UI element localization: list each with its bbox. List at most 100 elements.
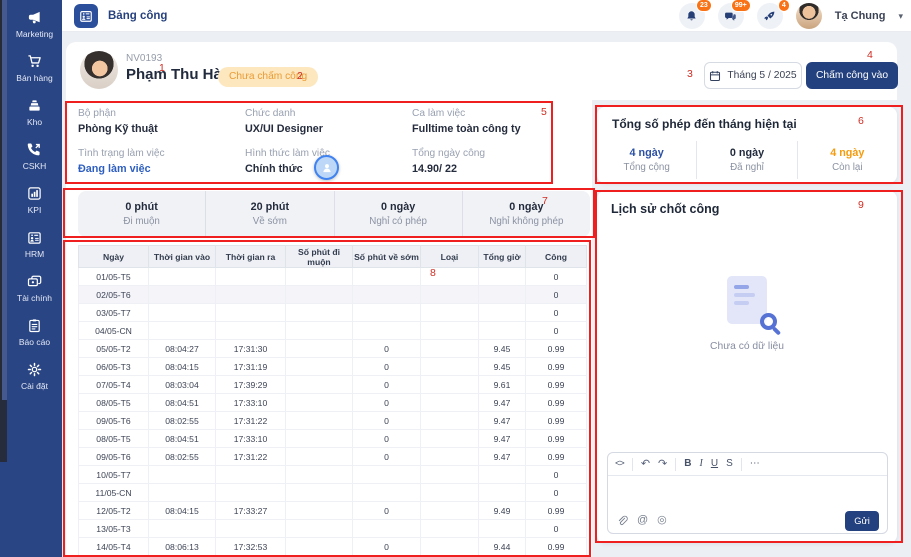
stat-value: 0 phút: [125, 201, 157, 213]
sidebar-item-kpi[interactable]: KPI: [7, 178, 62, 222]
leave-cell: 4 ngàyTổng cộng: [597, 141, 696, 179]
editor-input[interactable]: [608, 476, 887, 508]
sidebar-item-cskh[interactable]: CSKH: [7, 134, 62, 178]
sidebar-item-label: Marketing: [16, 29, 53, 39]
undo-button[interactable]: ↶: [641, 459, 650, 470]
table-cell: [216, 286, 286, 304]
sidebar-item-kho[interactable]: Kho: [7, 90, 62, 134]
table-cell: [286, 322, 353, 340]
table-cell: [216, 484, 286, 502]
table-row: 06/05-T308:04:1517:31:1909.450.99: [79, 358, 587, 376]
table-cell: 08:04:51: [149, 394, 216, 412]
rocket-button[interactable]: 4: [757, 3, 783, 29]
table-cell: [149, 322, 216, 340]
table-cell: [149, 520, 216, 538]
paperclip-button[interactable]: [616, 515, 628, 527]
stat-cell: 0 ngàyNghỉ có phép: [334, 191, 462, 237]
field-label: Bộ phận: [78, 108, 245, 119]
bell-icon: [685, 10, 698, 23]
table-cell: 08:04:51: [149, 430, 216, 448]
table-row: 12/05-T208:04:1517:33:2709.490.99: [79, 502, 587, 520]
leave-summary-title: Tổng số phép đến tháng hiện tại: [597, 107, 897, 131]
table-row: 03/05-T70: [79, 304, 587, 322]
stat-value: 0 ngày: [381, 201, 415, 213]
table-cell: [421, 484, 479, 502]
table-cell: [353, 466, 421, 484]
user-name[interactable]: Tạ Chung: [835, 10, 886, 22]
empty-state-icon: [727, 276, 767, 324]
table-cell: [149, 304, 216, 322]
mention-button[interactable]: @: [637, 515, 648, 526]
sidebar-item-tài-chính[interactable]: Tài chính: [7, 266, 62, 310]
sidebar-scrollbar-thumb[interactable]: [0, 400, 7, 462]
field-label: Tình trạng làm việc: [78, 148, 245, 159]
code-button[interactable]: <>: [615, 460, 624, 469]
chevron-down-icon[interactable]: ▾: [898, 11, 903, 22]
sidebar: Marketing Bán hàng Kho CSKH KPI HRM Tài chính B…: [0, 0, 62, 557]
leave-label: Đã nghỉ: [730, 162, 764, 173]
chat-button[interactable]: 99+: [718, 3, 744, 29]
rocket-icon: [763, 10, 776, 23]
leave-summary-card: Tổng số phép đến tháng hiện tại 4 ngàyTổ…: [597, 107, 897, 183]
table-cell: 0: [526, 466, 587, 484]
table-cell: [421, 304, 479, 322]
table-row: 13/05-T30: [79, 520, 587, 538]
more-button[interactable]: ⋯: [750, 459, 760, 469]
table-cell: 9.47: [479, 412, 526, 430]
table-cell: [149, 268, 216, 286]
leave-value: 4 ngày: [830, 147, 864, 159]
stat-label: Đi muộn: [123, 216, 159, 227]
italic-button[interactable]: I: [699, 459, 702, 469]
table-cell: 9.47: [479, 448, 526, 466]
table-cell: 08:04:15: [149, 358, 216, 376]
send-button[interactable]: Gửi: [845, 511, 879, 531]
table-cell: [353, 304, 421, 322]
sidebar-item-label: Báo cáo: [19, 337, 50, 347]
timesheet-module-icon: [74, 4, 98, 28]
column-header: Số phút về sớm: [353, 246, 421, 268]
table-header-row: NgàyThời gian vàoThời gian raSố phút đi …: [79, 246, 587, 268]
table-row: 01/05-T50: [79, 268, 587, 286]
table-cell: [421, 358, 479, 376]
sidebar-item-label: Cài đặt: [21, 381, 48, 391]
badge-icon: [27, 230, 42, 245]
table-cell: 09/05-T6: [79, 412, 149, 430]
bold-button[interactable]: B: [684, 459, 691, 469]
sidebar-items: Marketing Bán hàng Kho CSKH KPI HRM Tài chính B…: [7, 2, 62, 398]
checkin-button[interactable]: Chấm công vào: [806, 62, 898, 89]
bell-button[interactable]: 23: [679, 3, 705, 29]
sidebar-item-label: Tài chính: [17, 293, 52, 303]
topbar: Bảng công 2399+4 Tạ Chung ▾: [62, 0, 911, 32]
emoji-button[interactable]: ◎: [657, 515, 667, 526]
table-cell: [421, 394, 479, 412]
editor-footer: @ ◎ Gửi: [608, 508, 887, 533]
table-cell: 0.99: [526, 538, 587, 556]
sidebar-item-marketing[interactable]: Marketing: [7, 2, 62, 46]
table-cell: 0: [526, 484, 587, 502]
table-cell: [286, 538, 353, 556]
sidebar-item-label: HRM: [25, 249, 44, 259]
sidebar-item-bán-hàng[interactable]: Bán hàng: [7, 46, 62, 90]
underline-button[interactable]: U: [711, 459, 718, 469]
strikethrough-button[interactable]: S: [726, 459, 733, 469]
table-cell: 0.99: [526, 430, 587, 448]
attendance-stats-bar: 0 phútĐi muộn20 phútVề sớm0 ngàyNghỉ có …: [78, 191, 590, 237]
user-avatar[interactable]: [796, 3, 822, 29]
sidebar-item-cài-đặt[interactable]: Cài đặt: [7, 354, 62, 398]
table-row: 09/05-T608:02:5517:31:2209.470.99: [79, 412, 587, 430]
report-icon: [27, 318, 42, 333]
status-badge: Chưa chấm công: [218, 67, 318, 87]
table-cell: [479, 520, 526, 538]
redo-button[interactable]: ↷: [658, 459, 667, 470]
table-cell: 17:33:10: [216, 430, 286, 448]
sidebar-scrollbar-track: [0, 0, 7, 462]
sidebar-item-label: Kho: [27, 117, 42, 127]
sidebar-item-báo-cáo[interactable]: Báo cáo: [7, 310, 62, 354]
stat-label: Nghỉ không phép: [489, 216, 563, 227]
sidebar-item-label: CSKH: [23, 161, 47, 171]
sidebar-item-hrm[interactable]: HRM: [7, 222, 62, 266]
floating-support-widget[interactable]: [314, 155, 339, 180]
table-cell: [149, 484, 216, 502]
column-header: Loại: [421, 246, 479, 268]
month-picker[interactable]: Tháng 5 / 2025: [704, 62, 802, 89]
